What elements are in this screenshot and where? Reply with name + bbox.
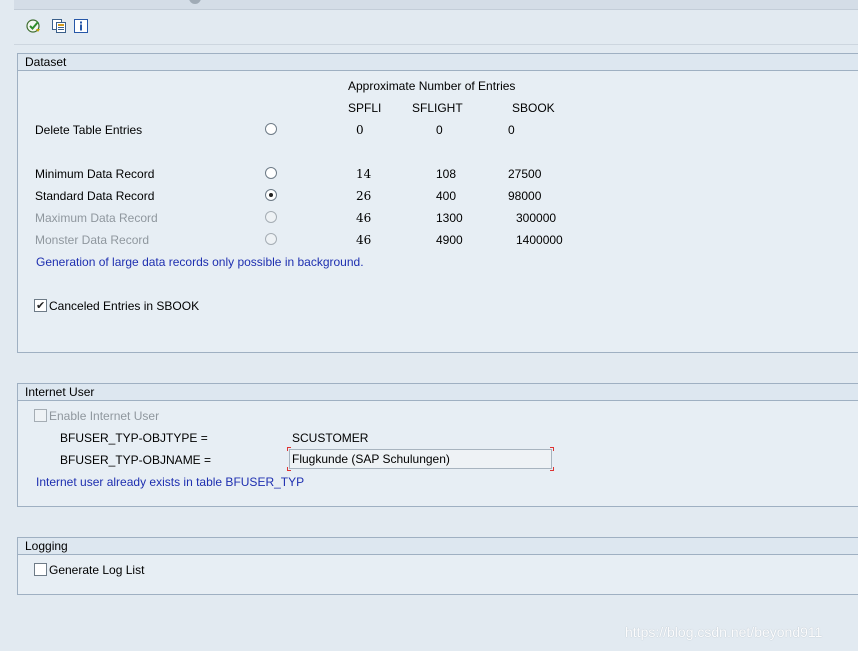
watermark: https://blog.csdn.net/beyond911 — [625, 624, 823, 640]
option-label-delete: Delete Table Entries — [35, 123, 143, 137]
info-icon[interactable] — [72, 17, 90, 35]
radio-selected-dot — [269, 193, 273, 197]
radio-minimum-data-record[interactable] — [265, 167, 277, 179]
objname-input[interactable]: Flugkunde (SAP Schulungen) — [289, 449, 552, 469]
count-sflight-minimum: 108 — [436, 167, 457, 181]
count-spfli-monster: 46 — [356, 233, 372, 247]
checkbox-enable-internet-user — [34, 409, 47, 422]
objtype-value: SCUSTOMER — [292, 431, 369, 445]
count-sflight-delete: 0 — [436, 123, 443, 137]
generate-log-list-label: Generate Log List — [49, 563, 145, 577]
count-spfli-standard: 26 — [356, 189, 372, 203]
column-header-sbook: SBOOK — [512, 101, 555, 115]
objname-label: BFUSER_TYP-OBJNAME = — [60, 453, 212, 467]
radio-standard-data-record[interactable] — [265, 189, 277, 201]
enable-internet-user-label: Enable Internet User — [49, 409, 160, 423]
count-sflight-maximum: 1300 — [436, 211, 463, 225]
required-marker-tl — [287, 447, 291, 451]
checkbox-canceled-entries[interactable]: ✔ — [34, 299, 47, 312]
objtype-label: BFUSER_TYP-OBJTYPE = — [60, 431, 208, 445]
radio-monster-data-record — [265, 233, 277, 245]
checkbox-generate-log-list[interactable] — [34, 563, 47, 576]
count-sflight-standard: 400 — [436, 189, 457, 203]
count-sbook-minimum: 27500 — [508, 167, 542, 181]
internet-user-exists-note: Internet user already exists in table BF… — [36, 475, 305, 489]
option-label-minimum: Minimum Data Record — [35, 167, 155, 181]
background-generation-note: Generation of large data records only po… — [36, 255, 364, 269]
radio-delete-table-entries[interactable] — [265, 123, 277, 135]
count-sbook-maximum: 300000 — [516, 211, 557, 225]
count-sbook-standard: 98000 — [508, 189, 542, 203]
internet-user-group-title: Internet User — [18, 384, 858, 401]
logging-group-title: Logging — [18, 538, 858, 555]
count-sflight-monster: 4900 — [436, 233, 463, 247]
canceled-entries-label: Canceled Entries in SBOOK — [49, 299, 200, 313]
column-header-sflight: SFLIGHT — [412, 101, 463, 115]
approx-entries-header: Approximate Number of Entries — [348, 79, 516, 93]
option-label-monster: Monster Data Record — [35, 233, 150, 247]
column-header-spfli: SPFLI — [348, 101, 382, 115]
application-toolbar — [14, 10, 858, 45]
title-bar-remnant — [14, 0, 858, 10]
execute-icon[interactable] — [25, 17, 43, 35]
title-remnant-glyph — [189, 0, 201, 4]
count-spfli-minimum: 14 — [356, 167, 372, 181]
count-spfli-delete: 0 — [356, 123, 364, 137]
required-marker-bl — [287, 467, 291, 471]
option-label-maximum: Maximum Data Record — [35, 211, 158, 225]
radio-maximum-data-record — [265, 211, 277, 223]
copy-variant-icon[interactable] — [50, 17, 68, 35]
required-marker-br — [550, 467, 554, 471]
required-marker-tr — [550, 447, 554, 451]
dataset-group-title: Dataset — [18, 54, 858, 71]
count-spfli-maximum: 46 — [356, 211, 372, 225]
check-mark-icon: ✔ — [36, 299, 46, 312]
count-sbook-delete: 0 — [508, 123, 515, 137]
option-label-standard: Standard Data Record — [35, 189, 155, 203]
count-sbook-monster: 1400000 — [516, 233, 563, 247]
